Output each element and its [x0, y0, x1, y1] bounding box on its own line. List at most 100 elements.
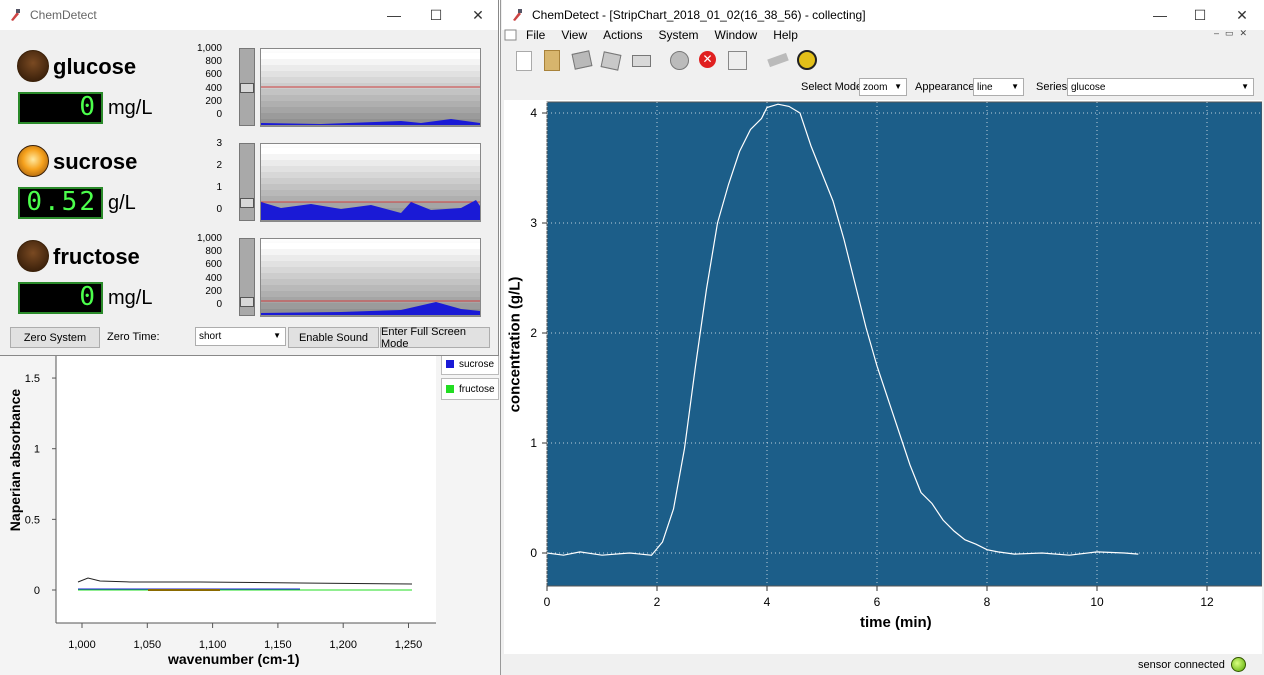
- glucose-ytick: 0: [216, 109, 222, 120]
- sparkline-band: [261, 196, 480, 202]
- fructose-ytick: 400: [205, 272, 222, 284]
- series-value: glucose: [1071, 81, 1106, 93]
- appearance-dropdown[interactable]: line ▼: [973, 78, 1024, 96]
- strip-chart[interactable]: 0 2 4 6 8 10 1201234: [504, 100, 1262, 654]
- glucose-ytick: 200: [205, 95, 222, 107]
- sucrose-ytick: 3: [216, 138, 222, 149]
- series-dropdown[interactable]: glucose ▼: [1067, 78, 1254, 96]
- spectrum-ytick-label: 0.5: [25, 514, 40, 526]
- menu-actions[interactable]: Actions: [603, 28, 642, 42]
- y-tick-label: 1: [530, 436, 537, 450]
- probe-icon[interactable]: [767, 52, 789, 68]
- sucrose-unit: g/L: [108, 192, 136, 214]
- spectrum-plot[interactable]: 1.5 1 0.5 0 1,000 1,050 1,100 1,150 1,200 1,250: [0, 355, 500, 675]
- zero-system-button[interactable]: Zero System: [10, 327, 100, 348]
- plot-background: [546, 101, 1262, 587]
- glucose-name: glucose: [53, 54, 137, 79]
- menu-window[interactable]: Window: [715, 28, 758, 42]
- mdi-controls[interactable]: –▭✕: [1214, 28, 1253, 39]
- glucose-ytick: 800: [205, 56, 222, 68]
- maximize-icon[interactable]: ☐: [416, 0, 456, 30]
- glucose-ytick: 600: [205, 69, 222, 81]
- sucrose-slider-handle[interactable]: [240, 198, 254, 208]
- sparkline-band: [261, 279, 480, 285]
- app-icon: [513, 9, 522, 21]
- sucrose-ytick: 0: [216, 204, 222, 215]
- zoom-icon[interactable]: [728, 51, 747, 70]
- sparkline-band: [261, 249, 480, 255]
- menubar: File View Actions System Window Help: [502, 26, 1264, 44]
- sparkline-band: [261, 77, 480, 83]
- select-mode-dropdown[interactable]: zoom ▼: [859, 78, 907, 96]
- full-screen-button[interactable]: Enter Full Screen Mode: [380, 326, 490, 350]
- doc-icon: [504, 29, 517, 41]
- print-icon[interactable]: [632, 55, 651, 67]
- save-icon[interactable]: [571, 50, 593, 70]
- stop-icon[interactable]: ✕: [699, 51, 716, 68]
- close-icon[interactable]: ✕: [458, 0, 498, 30]
- chart-ylabel: concentration (g/L): [506, 276, 524, 413]
- fructose-threshold-slider[interactable]: [239, 238, 255, 316]
- y-tick-label: 2: [530, 326, 537, 340]
- sparkline-band: [261, 267, 480, 273]
- sparkline-band: [261, 154, 480, 160]
- glucose-slider-handle[interactable]: [240, 83, 254, 93]
- fructose-ytick: 1,000: [196, 233, 222, 244]
- open-icon[interactable]: [544, 50, 560, 71]
- spectrum-xtick-label: 1,100: [199, 639, 227, 651]
- spectrum-xtick-label: 1,000: [68, 639, 96, 651]
- menu-view[interactable]: View: [561, 28, 587, 42]
- chevron-down-icon: ▼: [1241, 82, 1249, 91]
- legend-swatch-fructose: [446, 385, 454, 393]
- fructose-ytick: 0: [216, 299, 222, 310]
- window-title: ChemDetect - [StripChart_2018_01_02(16_3…: [532, 8, 866, 22]
- series-label: Series: [1036, 81, 1068, 93]
- status-led-icon: [1231, 657, 1246, 672]
- toolbar: ✕: [502, 46, 1264, 74]
- chevron-down-icon: ▼: [894, 82, 902, 91]
- sucrose-threshold-slider[interactable]: [239, 143, 255, 221]
- enable-sound-button[interactable]: Enable Sound: [288, 327, 379, 348]
- connect-icon[interactable]: [670, 51, 689, 70]
- sparkline-band: [261, 59, 480, 65]
- chart-xlabel: time (min): [860, 614, 932, 631]
- x-tick-label: 12: [1200, 595, 1214, 609]
- fructose-unit: mg/L: [108, 287, 153, 309]
- fructose-sparkline: [260, 238, 481, 317]
- spectrum-ytick-label: 1: [34, 444, 40, 456]
- fructose-ytick: 200: [205, 285, 222, 297]
- glucose-ytick: 400: [205, 82, 222, 94]
- glucose-led-icon: [17, 50, 49, 82]
- bee-icon[interactable]: [797, 50, 817, 70]
- sucrose-sparkline: [260, 143, 481, 222]
- glucose-threshold-slider[interactable]: [239, 48, 255, 126]
- sparkline-band: [261, 285, 480, 291]
- sparkline-band: [261, 89, 480, 95]
- select-mode-value: zoom: [863, 81, 888, 93]
- menu-file[interactable]: File: [526, 28, 545, 42]
- menu-help[interactable]: Help: [773, 28, 798, 42]
- new-icon[interactable]: [516, 51, 532, 71]
- zero-time-dropdown[interactable]: short ▼: [195, 327, 286, 346]
- spectrum-xtick-label: 1,150: [264, 639, 292, 651]
- glucose-sparkline: [260, 48, 481, 127]
- legend-item-sucrose[interactable]: sucrose: [441, 353, 499, 375]
- fructose-sparkline-svg: [261, 243, 480, 315]
- sucrose-name: sucrose: [53, 149, 138, 174]
- menu-system[interactable]: System: [659, 28, 699, 42]
- sparkline-band: [261, 243, 480, 249]
- save-as-icon[interactable]: [600, 51, 622, 71]
- legend-label-sucrose: sucrose: [459, 358, 495, 370]
- minimize-icon[interactable]: —: [374, 0, 414, 30]
- app-icon: [11, 9, 20, 21]
- appearance-value: line: [977, 81, 993, 93]
- legend-label-fructose: fructose: [459, 383, 495, 395]
- zero-time-label: Zero Time:: [107, 331, 160, 343]
- glucose-unit: mg/L: [108, 97, 153, 119]
- legend-item-fructose[interactable]: fructose: [441, 378, 499, 400]
- fructose-slider-handle[interactable]: [240, 297, 254, 307]
- sparkline-band: [261, 172, 480, 178]
- sparkline-band: [261, 261, 480, 267]
- x-tick-label: 10: [1090, 595, 1104, 609]
- glucose-sparkline-svg: [261, 53, 480, 125]
